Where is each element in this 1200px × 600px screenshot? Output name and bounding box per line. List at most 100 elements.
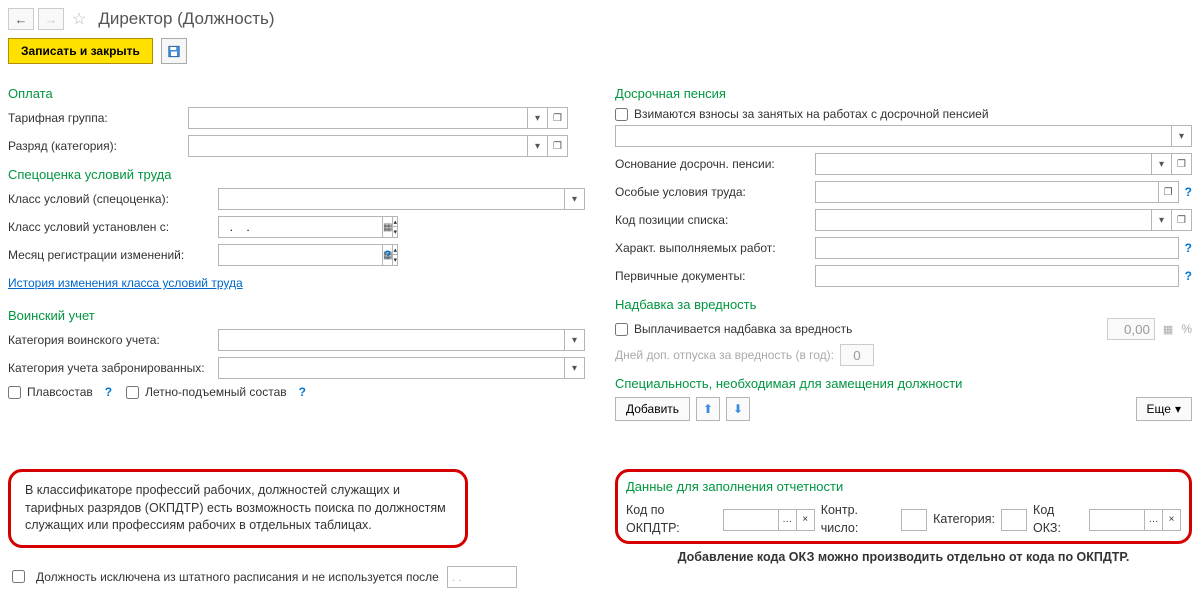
section-spec-title: Спецоценка условий труда [8,167,585,182]
ellipsis-icon[interactable]: … [1145,509,1163,531]
move-down-button[interactable]: ⬇ [726,397,750,421]
work-char-input[interactable] [815,237,1179,259]
label-grade: Разряд (категория): [8,139,188,153]
label-work-char: Характ. выполняемых работ: [615,241,815,255]
arrow-down-icon: ⬇ [733,402,743,416]
help-icon[interactable]: ? [299,385,306,399]
okpdtr-callout: В классификаторе профессий рабочих, долж… [8,469,468,548]
save-button[interactable] [161,38,187,64]
label-control-number: Контр. число: [821,502,895,537]
more-button[interactable]: Еще ▾ [1136,397,1192,421]
flight-checkbox[interactable] [126,386,139,399]
label-class: Класс условий (спецоценка): [8,192,218,206]
date-up-icon[interactable]: ▴ [393,216,398,227]
section-report-title: Данные для заполнения отчетности [626,478,1181,496]
label-reg-month: Месяц регистрации изменений: [8,248,218,262]
hazard-paid-label: Выплачивается надбавка за вредность [634,322,852,336]
hazard-days-label: Дней доп. отпуска за вредность (в год): [615,348,834,362]
label-conditions: Особые условия труда: [615,185,815,199]
dropdown-icon[interactable]: ▾ [1152,209,1172,231]
label-okz: Код ОКЗ: [1033,502,1083,537]
label-category: Категория: [933,511,995,529]
clear-icon[interactable]: × [797,509,815,531]
class-history-link[interactable]: История изменения класса условий труда [8,276,243,290]
section-hazard-title: Надбавка за вредность [615,297,1192,312]
dropdown-icon[interactable]: ▾ [1172,125,1192,147]
mil-booked-input[interactable] [218,357,565,379]
page-title: Директор (Должность) [98,9,274,29]
forward-button[interactable]: → [38,8,64,30]
label-tariff-group: Тарифная группа: [8,111,188,125]
reg-month-date[interactable] [218,244,383,266]
open-ref-icon[interactable]: ❐ [548,135,568,157]
pension-main-input[interactable] [615,125,1172,147]
help-icon[interactable]: ? [1185,269,1192,283]
ellipsis-icon[interactable]: … [779,509,797,531]
favorite-star-icon[interactable]: ☆ [72,9,86,29]
save-and-close-button[interactable]: Записать и закрыть [8,38,153,64]
grade-input[interactable] [188,135,528,157]
chevron-down-icon: ▾ [1175,402,1181,416]
more-label: Еще [1147,402,1171,416]
pension-fees-checkbox[interactable] [615,108,628,121]
floppy-icon [168,45,180,58]
label-class-from: Класс условий установлен с: [8,220,218,234]
mil-category-input[interactable] [218,329,565,351]
hazard-days-input[interactable] [840,344,874,366]
list-code-input[interactable] [815,209,1152,231]
pension-fees-label: Взимаются взносы за занятых на работах с… [634,107,989,121]
okz-input[interactable] [1089,509,1145,531]
crew-checkbox[interactable] [8,386,21,399]
date-up-icon[interactable]: ▴ [393,244,398,255]
hazard-value-input[interactable] [1107,318,1155,340]
dropdown-icon[interactable]: ▾ [1152,153,1172,175]
okz-note: Добавление кода ОКЗ можно производить от… [615,550,1192,564]
move-up-button[interactable]: ⬆ [696,397,720,421]
open-ref-icon[interactable]: ❐ [1159,181,1179,203]
conditions-input[interactable] [815,181,1159,203]
control-number-input[interactable] [901,509,927,531]
class-from-date[interactable] [218,216,383,238]
class-input[interactable] [218,188,565,210]
label-mil-booked: Категория учета забронированных: [8,361,218,375]
help-icon[interactable]: ? [1185,185,1192,199]
calendar-icon[interactable]: ▦ [383,216,393,238]
tariff-group-input[interactable] [188,107,528,129]
report-data-callout: Данные для заполнения отчетности Код по … [615,469,1192,544]
excluded-label: Должность исключена из штатного расписан… [36,570,439,584]
label-okpdtr: Код по ОКПДТР: [626,502,717,537]
hazard-paid-checkbox[interactable] [615,323,628,336]
date-down-icon[interactable]: ▾ [393,227,398,238]
section-pension-title: Досрочная пенсия [615,86,1192,101]
pension-basis-input[interactable] [815,153,1152,175]
calc-icon: ▦ [1163,323,1173,336]
date-down-icon[interactable]: ▾ [393,255,398,266]
section-military-title: Воинский учет [8,308,585,323]
primary-docs-input[interactable] [815,265,1179,287]
open-ref-icon[interactable]: ❐ [1172,153,1192,175]
excluded-checkbox[interactable] [12,570,25,583]
help-icon[interactable]: ? [384,248,391,262]
okpdtr-input[interactable] [723,509,779,531]
excluded-date-input[interactable] [447,566,517,588]
help-icon[interactable]: ? [105,385,112,399]
clear-icon[interactable]: × [1163,509,1181,531]
flight-label: Летно-подъемный состав [145,385,287,399]
add-speciality-button[interactable]: Добавить [615,397,690,421]
label-pension-basis: Основание досрочн. пенсии: [615,157,815,171]
dropdown-icon[interactable]: ▾ [528,135,548,157]
arrow-up-icon: ⬆ [703,402,713,416]
dropdown-icon[interactable]: ▾ [565,188,585,210]
open-ref-icon[interactable]: ❐ [548,107,568,129]
percent-label: % [1181,322,1192,336]
dropdown-icon[interactable]: ▾ [565,357,585,379]
dropdown-icon[interactable]: ▾ [565,329,585,351]
open-ref-icon[interactable]: ❐ [1172,209,1192,231]
help-icon[interactable]: ? [1185,241,1192,255]
back-button[interactable]: ← [8,8,34,30]
dropdown-icon[interactable]: ▾ [528,107,548,129]
label-primary-docs: Первичные документы: [615,269,815,283]
section-speciality-title: Специальность, необходимая для замещения… [615,376,1192,391]
category-input[interactable] [1001,509,1027,531]
label-list-code: Код позиции списка: [615,213,815,227]
